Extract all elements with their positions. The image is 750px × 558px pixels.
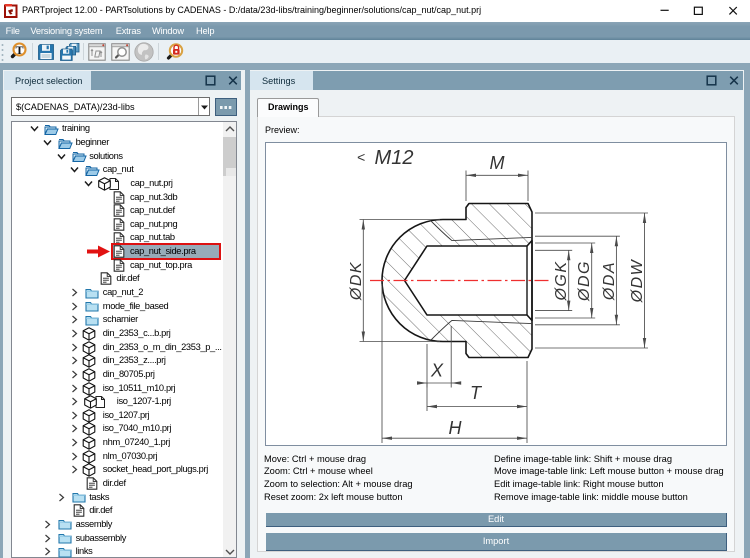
svg-text:ØDK: ØDK bbox=[348, 261, 365, 301]
svg-text:ØDG: ØDG bbox=[576, 260, 593, 302]
svg-text:T: T bbox=[470, 383, 483, 403]
svg-text:T: T bbox=[15, 43, 23, 57]
svg-text:H: H bbox=[449, 418, 463, 438]
svg-text:M12: M12 bbox=[375, 147, 414, 169]
svg-text:<: < bbox=[357, 149, 365, 165]
svg-text:X: X bbox=[430, 361, 444, 381]
svg-text:ØDA: ØDA bbox=[601, 261, 618, 301]
svg-text:M: M bbox=[490, 153, 505, 173]
svg-text:ØGK: ØGK bbox=[553, 260, 570, 301]
svg-text:ØDW: ØDW bbox=[629, 258, 646, 303]
